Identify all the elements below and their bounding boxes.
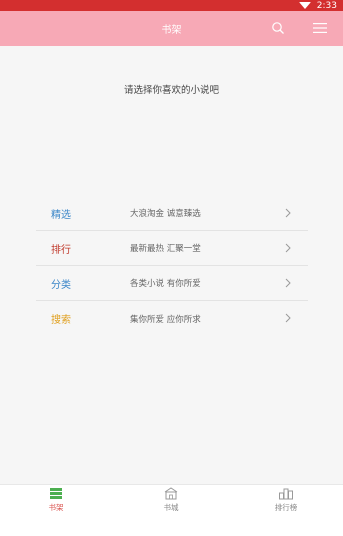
tab-bookshelf[interactable]: 书架 — [26, 487, 86, 515]
list-item-desc: 最新最热 汇聚一堂 — [130, 244, 201, 254]
chevron-right-icon — [285, 313, 291, 323]
search-icon[interactable] — [271, 21, 285, 35]
list-item-category[interactable]: 分类 各类小说 有你所爱 — [36, 266, 308, 301]
category-list: 精选 大浪淘金 诚意臻选 排行 最新最热 汇聚一堂 分类 各类小说 有你所爱 搜… — [36, 196, 308, 336]
list-item-ranking[interactable]: 排行 最新最热 汇聚一堂 — [36, 231, 308, 266]
prompt-text: 请选择你喜欢的小说吧 — [123, 85, 219, 96]
list-item-name: 排行 — [51, 244, 71, 256]
wifi-icon — [298, 2, 311, 9]
status-time: 2:33 — [316, 0, 337, 11]
ranking-icon — [279, 488, 293, 500]
list-item-desc: 各类小说 有你所爱 — [130, 279, 201, 289]
bottom-nav: 书架 书城 排行榜 — [0, 484, 343, 515]
tab-bookstore[interactable]: 书城 — [141, 487, 201, 515]
list-item-desc: 大浪淘金 诚意臻选 — [130, 209, 201, 219]
chevron-right-icon — [285, 243, 291, 253]
main-content: 请选择你喜欢的小说吧 精选 大浪淘金 诚意臻选 排行 最新最热 汇聚一堂 分类 … — [0, 46, 343, 484]
status-bar: 2:33 — [0, 0, 343, 11]
list-item-name: 分类 — [51, 279, 71, 291]
chevron-right-icon — [285, 278, 291, 288]
list-item-name: 搜索 — [51, 315, 71, 326]
app-bar: 书架 — [0, 11, 343, 46]
bookstore-icon — [164, 487, 178, 500]
chevron-right-icon — [285, 208, 291, 218]
menu-icon[interactable] — [313, 22, 327, 34]
tab-label: 排行榜 — [274, 503, 298, 512]
tab-label: 书城 — [163, 503, 179, 512]
bookshelf-icon — [50, 488, 62, 499]
bottom-blank — [0, 515, 343, 536]
tab-label: 书架 — [48, 503, 64, 512]
list-item-name: 精选 — [51, 209, 71, 221]
list-item-featured[interactable]: 精选 大浪淘金 诚意臻选 — [36, 196, 308, 231]
page-title: 书架 — [161, 25, 182, 36]
list-item-desc: 集你所爱 应你所求 — [130, 314, 201, 325]
list-item-search[interactable]: 搜索 集你所爱 应你所求 — [36, 301, 308, 336]
tab-ranking[interactable]: 排行榜 — [256, 487, 316, 515]
